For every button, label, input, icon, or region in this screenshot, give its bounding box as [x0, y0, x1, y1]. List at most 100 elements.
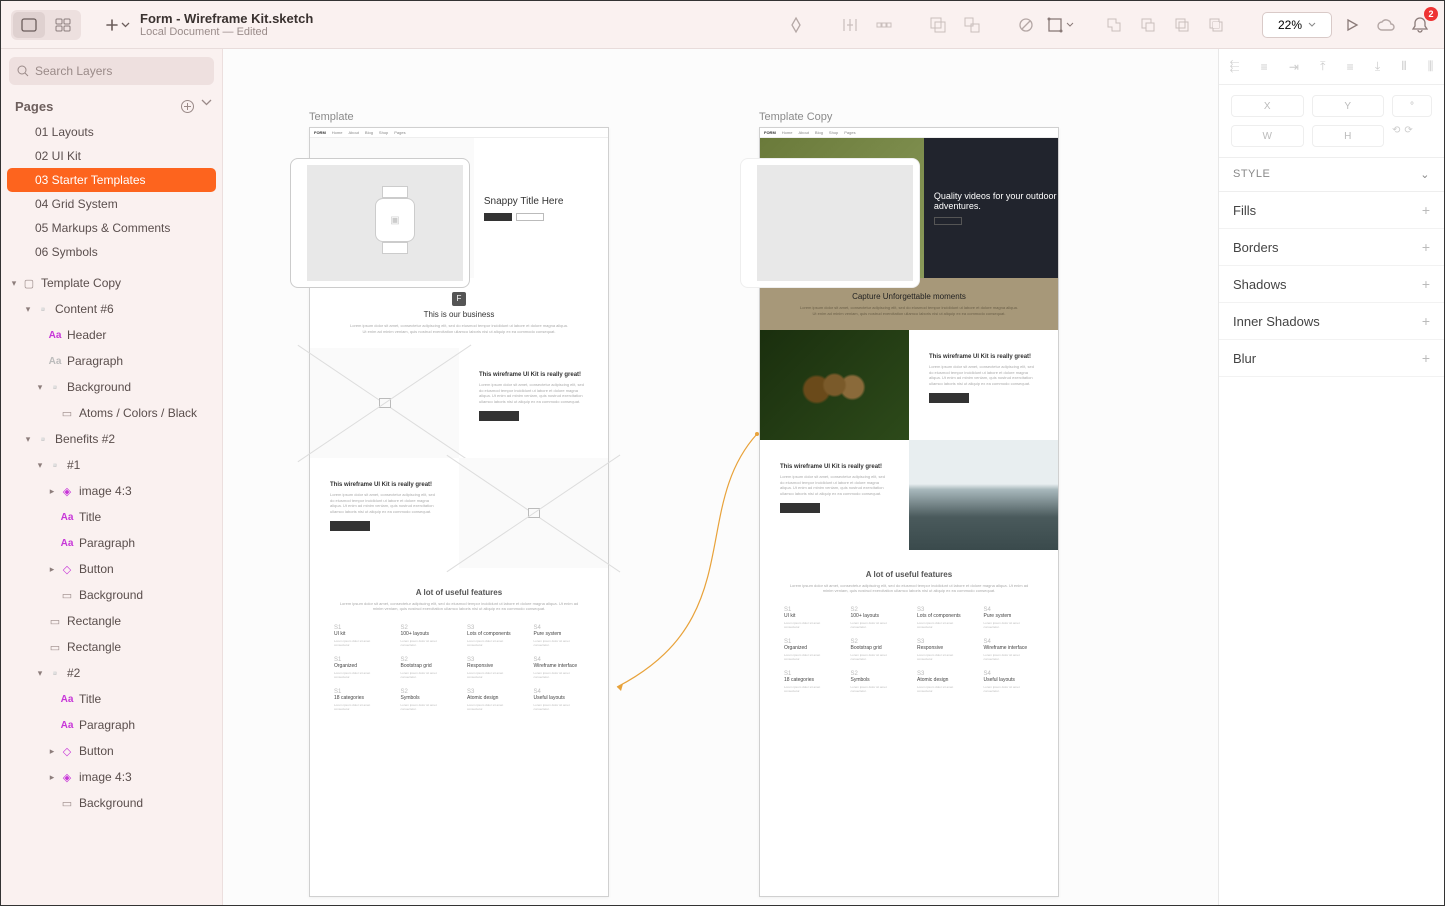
- feature-item: S118 categoriesLorem ipsum dolor sit ame…: [784, 671, 835, 693]
- align-v-center-icon[interactable]: ≡: [1347, 60, 1354, 74]
- style-section-row[interactable]: Shadows+: [1219, 266, 1444, 303]
- feature-item: S1OrganizedLorem ipsum dolor sit amet co…: [334, 657, 385, 679]
- feature-item: S3Lots of componentsLorem ipsum dolor si…: [917, 607, 968, 629]
- layer-shape[interactable]: ▭Rectangle: [1, 634, 222, 660]
- add-icon[interactable]: +: [1422, 313, 1430, 329]
- add-icon[interactable]: +: [1422, 276, 1430, 292]
- layer-symbol[interactable]: ▸◈image 4:3: [1, 478, 222, 504]
- layer-folder[interactable]: ▾▫️Content #6: [1, 296, 222, 322]
- intersect-icon[interactable]: [1168, 11, 1196, 39]
- mask-icon[interactable]: [1012, 11, 1040, 39]
- collapse-pages-icon[interactable]: [201, 99, 212, 114]
- chevron-down-icon: ⌄: [1420, 168, 1430, 181]
- artboard-template[interactable]: FORMHomeAboutBlogShopPages ▣ Snappy Titl…: [309, 127, 609, 897]
- add-page-icon[interactable]: [180, 99, 195, 114]
- align-bottom-icon[interactable]: ⤓: [1375, 59, 1380, 74]
- layer-folder[interactable]: ▾▫️Benefits #2: [1, 426, 222, 452]
- feature-item: S3ResponsiveLorem ipsum dolor sit amet c…: [917, 639, 968, 661]
- layer-symbol[interactable]: ▸◈image 4:3: [1, 764, 222, 790]
- layer-text[interactable]: AaTitle: [1, 504, 222, 530]
- union-icon[interactable]: [1100, 11, 1128, 39]
- annotation-arrow: [609, 429, 769, 699]
- flip-h-icon[interactable]: ⟲: [1392, 125, 1400, 147]
- layer-symbol[interactable]: ▸◇Button: [1, 556, 222, 582]
- style-header[interactable]: STYLE ⌄: [1219, 158, 1444, 192]
- align-left-icon[interactable]: ⬱: [1230, 59, 1240, 74]
- rotation-input[interactable]: °: [1392, 95, 1432, 117]
- align-h-center-icon[interactable]: ≡: [1261, 60, 1268, 74]
- align-top-icon[interactable]: ⤒: [1320, 59, 1325, 74]
- layer-tree: ▾▢Template Copy ▾▫️Content #6 AaHeader A…: [1, 264, 222, 905]
- zoom-select[interactable]: 22%: [1262, 12, 1332, 38]
- layer-shape[interactable]: ▭Background: [1, 582, 222, 608]
- artboard-label[interactable]: Template Copy: [759, 111, 832, 123]
- add-icon[interactable]: +: [1422, 350, 1430, 366]
- layer-text[interactable]: AaParagraph: [1, 530, 222, 556]
- layer-folder[interactable]: ▾▫️#1: [1, 452, 222, 478]
- group-icon[interactable]: [924, 11, 952, 39]
- feature-item: S4Wireframe interfaceLorem ipsum dolor s…: [534, 657, 585, 679]
- ungroup-icon[interactable]: [958, 11, 986, 39]
- page-item[interactable]: 05 Markups & Comments: [7, 216, 216, 240]
- layer-symbol[interactable]: ▸◇Button: [1, 738, 222, 764]
- page-item[interactable]: 01 Layouts: [7, 120, 216, 144]
- subtract-icon[interactable]: [1134, 11, 1162, 39]
- page-item[interactable]: 03 Starter Templates: [7, 168, 216, 192]
- canvas-view-button[interactable]: [13, 12, 45, 38]
- x-input[interactable]: X: [1231, 95, 1304, 117]
- layer-text[interactable]: AaTitle: [1, 686, 222, 712]
- add-icon[interactable]: +: [1422, 202, 1430, 218]
- feature-item: S3Atomic designLorem ipsum dolor sit ame…: [917, 671, 968, 693]
- feature-item: S4Pure systemLorem ipsum dolor sit amet …: [534, 625, 585, 647]
- feature-item: S2SymbolsLorem ipsum dolor sit amet cons…: [851, 671, 902, 693]
- preview-icon[interactable]: [1338, 11, 1366, 39]
- layer-text[interactable]: AaParagraph: [1, 348, 222, 374]
- components-view-button[interactable]: [47, 12, 79, 38]
- artboard-label[interactable]: Template: [309, 111, 354, 123]
- canvas[interactable]: Template FORMHomeAboutBlogShopPages ▣ Sn…: [223, 49, 1218, 905]
- layer-shape[interactable]: ▭Rectangle: [1, 608, 222, 634]
- scale-icon[interactable]: [1046, 11, 1074, 39]
- flip-v-icon[interactable]: ⟳: [1404, 125, 1412, 147]
- distribute2-icon[interactable]: ⫼: [1428, 59, 1434, 74]
- feature-item: S4Wireframe interfaceLorem ipsum dolor s…: [984, 639, 1035, 661]
- search-input[interactable]: Search Layers: [9, 57, 214, 85]
- align-right-icon[interactable]: ⇥: [1289, 60, 1299, 74]
- h-input[interactable]: H: [1312, 125, 1385, 147]
- page-item[interactable]: 06 Symbols: [7, 240, 216, 264]
- layer-text[interactable]: AaHeader: [1, 322, 222, 348]
- layer-shape[interactable]: ▭Atoms / Colors / Black: [1, 400, 222, 426]
- sidebar: Search Layers Pages 01 Layouts02 UI Kit0…: [1, 49, 223, 905]
- y-input[interactable]: Y: [1312, 95, 1385, 117]
- layer-text[interactable]: AaParagraph: [1, 712, 222, 738]
- insert-menu[interactable]: [105, 18, 130, 32]
- layer-folder[interactable]: ▾▫️#2: [1, 660, 222, 686]
- artboard-template-copy[interactable]: FORMHomeAboutBlogShopPages Quality video…: [759, 127, 1059, 897]
- layer-shape[interactable]: ▭Background: [1, 790, 222, 816]
- feature-item: S118 categoriesLorem ipsum dolor sit ame…: [334, 689, 385, 711]
- feature-item: S2SymbolsLorem ipsum dolor sit amet cons…: [401, 689, 452, 711]
- w-input[interactable]: W: [1231, 125, 1304, 147]
- layer-artboard[interactable]: ▾▢Template Copy: [1, 270, 222, 296]
- notifications-icon[interactable]: 2: [1406, 11, 1434, 39]
- notification-badge: 2: [1424, 7, 1438, 21]
- page-item[interactable]: 02 UI Kit: [7, 144, 216, 168]
- page-item[interactable]: 04 Grid System: [7, 192, 216, 216]
- inspector: ⬱ ≡ ⇥ ⤒ ≡ ⤓ ⫴ ⫼ X Y ° W H ⟲ ⟳ STYLE ⌄ Fi…: [1218, 49, 1444, 905]
- feature-item: S4Useful layoutsLorem ipsum dolor sit am…: [534, 689, 585, 711]
- feature-item: S4Useful layoutsLorem ipsum dolor sit am…: [984, 671, 1035, 693]
- add-icon[interactable]: +: [1422, 239, 1430, 255]
- distribute-icon[interactable]: ⫴: [1401, 59, 1406, 74]
- cloud-icon[interactable]: [1372, 11, 1400, 39]
- layer-folder[interactable]: ▾▫️Background: [1, 374, 222, 400]
- tidy-icon[interactable]: [870, 11, 898, 39]
- style-section-row[interactable]: Fills+: [1219, 192, 1444, 229]
- style-section-row[interactable]: Blur+: [1219, 340, 1444, 377]
- difference-icon[interactable]: [1202, 11, 1230, 39]
- style-section-row[interactable]: Borders+: [1219, 229, 1444, 266]
- view-switcher: [11, 10, 81, 40]
- style-section-row[interactable]: Inner Shadows+: [1219, 303, 1444, 340]
- feature-item: S3ResponsiveLorem ipsum dolor sit amet c…: [467, 657, 518, 679]
- create-symbol-icon[interactable]: [782, 11, 810, 39]
- distribute-h-icon[interactable]: [836, 11, 864, 39]
